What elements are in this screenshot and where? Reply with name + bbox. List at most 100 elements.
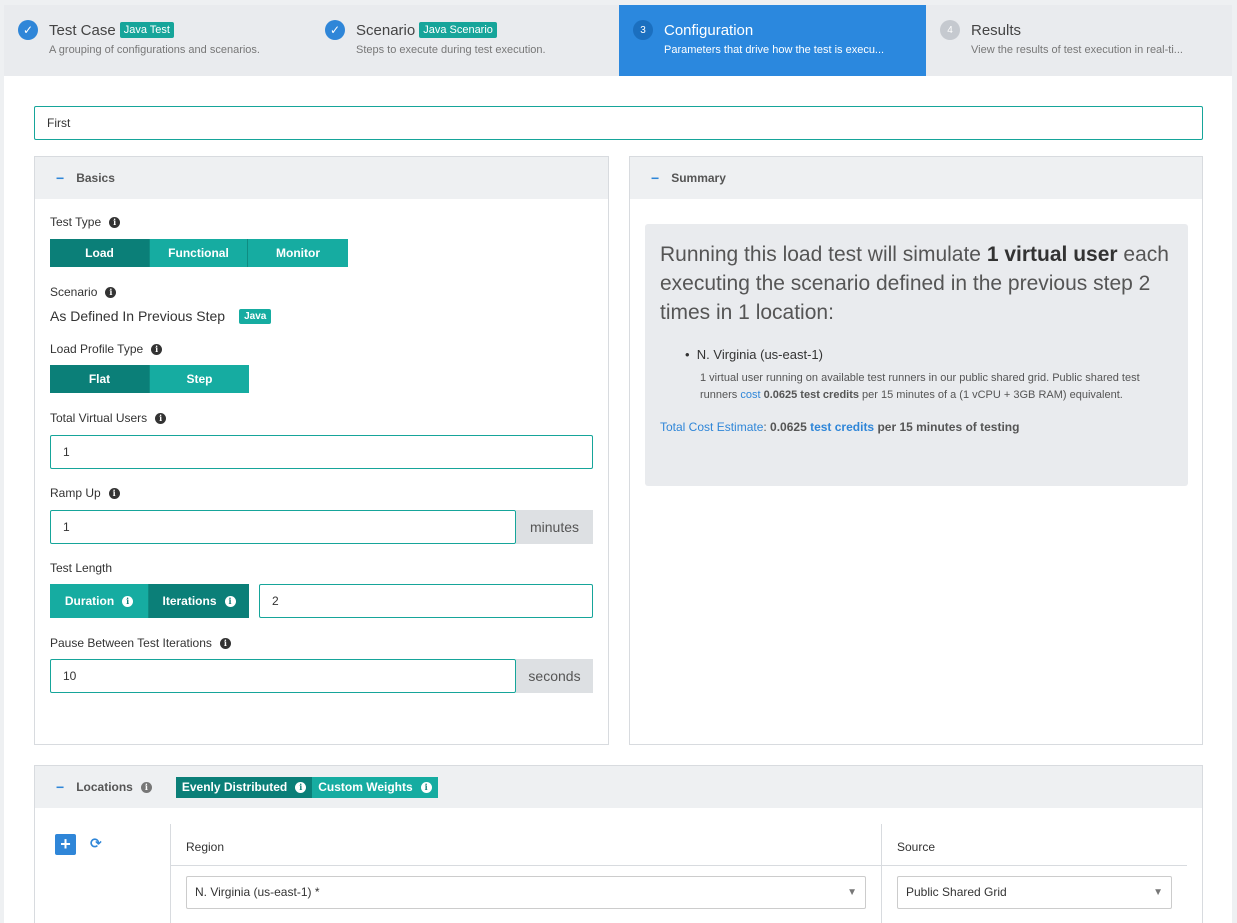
step-scenario[interactable]: ✓ Scenario Java Scenario Steps to execute …: [311, 5, 619, 76]
total-post: per 15 minutes of testing: [874, 420, 1020, 434]
load-profile-toggle: Flat Step: [50, 365, 249, 393]
collapse-icon[interactable]: −: [651, 170, 659, 186]
collapse-icon[interactable]: −: [56, 779, 64, 795]
source-column-header: Source: [897, 840, 936, 854]
table-divider: [170, 824, 171, 923]
total-users-label: Total Virtual Users i: [50, 411, 167, 425]
duration-option[interactable]: Duration i: [50, 584, 149, 618]
label-text: Load Profile Type: [50, 342, 144, 356]
summary-title: Summary: [671, 171, 726, 185]
iterations-label: Iterations: [162, 594, 217, 608]
table-header-line: [170, 865, 1187, 866]
region-column-header: Region: [186, 840, 225, 854]
step-configuration[interactable]: 3 Configuration Parameters that drive how…: [619, 5, 926, 76]
label-text: Test Type: [50, 215, 102, 229]
profile-step[interactable]: Step: [150, 365, 249, 393]
location-name: N. Virginia (us-east-1): [696, 347, 823, 362]
step-subtitle: A grouping of configurations and scenari…: [49, 44, 260, 56]
step-number: 3: [633, 20, 653, 40]
ramp-up-unit: minutes: [516, 510, 593, 544]
basics-title: Basics: [76, 171, 115, 185]
locations-header: − Locations i Evenly Distributed i Custom…: [35, 766, 1202, 808]
total-users-input[interactable]: 1: [50, 435, 593, 469]
collapse-icon[interactable]: −: [56, 170, 64, 186]
total-cost-link[interactable]: Total Cost Estimate: [660, 420, 763, 434]
basics-panel: − Basics Test Type i Load Functional Monit…: [34, 156, 609, 745]
label-text: Test Length: [50, 561, 113, 575]
region-select[interactable]: N. Virginia (us-east-1) * ▼: [186, 876, 866, 909]
source-select[interactable]: Public Shared Grid ▼: [897, 876, 1172, 909]
java-badge: Java: [239, 308, 272, 324]
config-name-input[interactable]: First: [34, 106, 1203, 140]
step-subtitle: Parameters that drive how the test is ex…: [664, 44, 885, 56]
distribution-toggle: Evenly Distributed i Custom Weights i: [175, 776, 438, 798]
summary-header[interactable]: − Summary: [630, 157, 1202, 199]
test-type-monitor[interactable]: Monitor: [248, 239, 348, 267]
refresh-icon[interactable]: ⟳: [90, 835, 102, 852]
scenario-label: Scenario i: [50, 285, 117, 299]
info-icon[interactable]: i: [219, 637, 231, 649]
ramp-up-label: Ramp Up i: [50, 486, 120, 500]
test-length-label: Test Length: [50, 561, 112, 575]
info-icon[interactable]: i: [151, 343, 163, 355]
location-description: 1 virtual user running on available test…: [700, 370, 1160, 404]
wizard-steps: ✓ Test Case Java Test A grouping of config…: [4, 5, 1232, 76]
info-icon[interactable]: i: [122, 595, 134, 607]
location-item: • N. Virginia (us-east-1): [685, 347, 823, 362]
pause-input[interactable]: 10: [50, 659, 516, 693]
info-icon[interactable]: i: [109, 216, 121, 228]
test-type-label: Test Type i: [50, 215, 121, 229]
table-divider: [881, 824, 882, 923]
load-profile-label: Load Profile Type i: [50, 342, 163, 356]
summary-box: Running this load test will simulate 1 v…: [645, 224, 1188, 486]
info-icon[interactable]: i: [224, 595, 236, 607]
step-test-case[interactable]: ✓ Test Case Java Test A grouping of config…: [4, 5, 311, 76]
step-badge: Java Scenario: [419, 22, 497, 38]
step-subtitle: View the results of test execution in re…: [971, 44, 1183, 56]
pause-unit: seconds: [516, 659, 593, 693]
custom-label: Custom Weights: [318, 780, 413, 794]
summary-panel: − Summary Running this load test will sim…: [629, 156, 1203, 745]
basics-header[interactable]: − Basics: [35, 157, 608, 199]
profile-flat[interactable]: Flat: [50, 365, 150, 393]
dropdown-arrow-icon: ▼: [1153, 887, 1163, 898]
info-icon[interactable]: i: [105, 286, 117, 298]
summary-text: Running this load test will simulate: [660, 243, 987, 266]
evenly-distributed-option[interactable]: Evenly Distributed i: [175, 776, 313, 798]
info-icon[interactable]: i: [140, 781, 152, 793]
dropdown-arrow-icon: ▼: [847, 887, 857, 898]
info-icon[interactable]: i: [108, 487, 120, 499]
info-icon[interactable]: i: [295, 781, 307, 793]
locations-title: Locations: [76, 780, 133, 794]
iterations-input[interactable]: 2: [259, 584, 593, 618]
cost-link[interactable]: cost: [740, 389, 760, 401]
scenario-value: As Defined In Previous Step Java: [50, 308, 272, 324]
label-text: Pause Between Test Iterations: [50, 636, 212, 650]
step-title: Test Case: [49, 21, 116, 39]
info-icon[interactable]: i: [155, 412, 167, 424]
label-text: Scenario: [50, 285, 98, 299]
info-icon[interactable]: i: [420, 781, 432, 793]
step-subtitle: Steps to execute during test execution.: [356, 44, 546, 56]
credits-link[interactable]: test credits: [807, 420, 874, 434]
iterations-option[interactable]: Iterations i: [149, 584, 249, 618]
test-type-load[interactable]: Load: [50, 239, 150, 267]
evenly-label: Evenly Distributed: [181, 780, 288, 794]
test-type-functional[interactable]: Functional: [150, 239, 248, 267]
app-frame: ✓ Test Case Java Test A grouping of config…: [4, 5, 1232, 923]
custom-weights-option[interactable]: Custom Weights i: [312, 776, 438, 798]
scenario-text: As Defined In Previous Step: [50, 308, 226, 324]
step-title: Scenario: [356, 21, 416, 39]
summary-sentence: Running this load test will simulate 1 v…: [660, 240, 1173, 327]
pause-label: Pause Between Test Iterations i: [50, 636, 231, 650]
desc-text: per 15 minutes of a (1 vCPU + 3GB RAM) e…: [859, 389, 1123, 401]
label-text: Total Virtual Users: [50, 411, 148, 425]
source-value: Public Shared Grid: [906, 885, 1007, 899]
locations-panel: − Locations i Evenly Distributed i Custom…: [34, 765, 1203, 923]
total-value: 0.0625: [770, 420, 807, 434]
step-badge: Java Test: [119, 22, 174, 38]
add-location-button[interactable]: +: [55, 834, 76, 855]
ramp-up-input[interactable]: 1: [50, 510, 516, 544]
step-results[interactable]: 4 Results View the results of test execut…: [926, 5, 1232, 76]
label-text: Ramp Up: [50, 486, 101, 500]
